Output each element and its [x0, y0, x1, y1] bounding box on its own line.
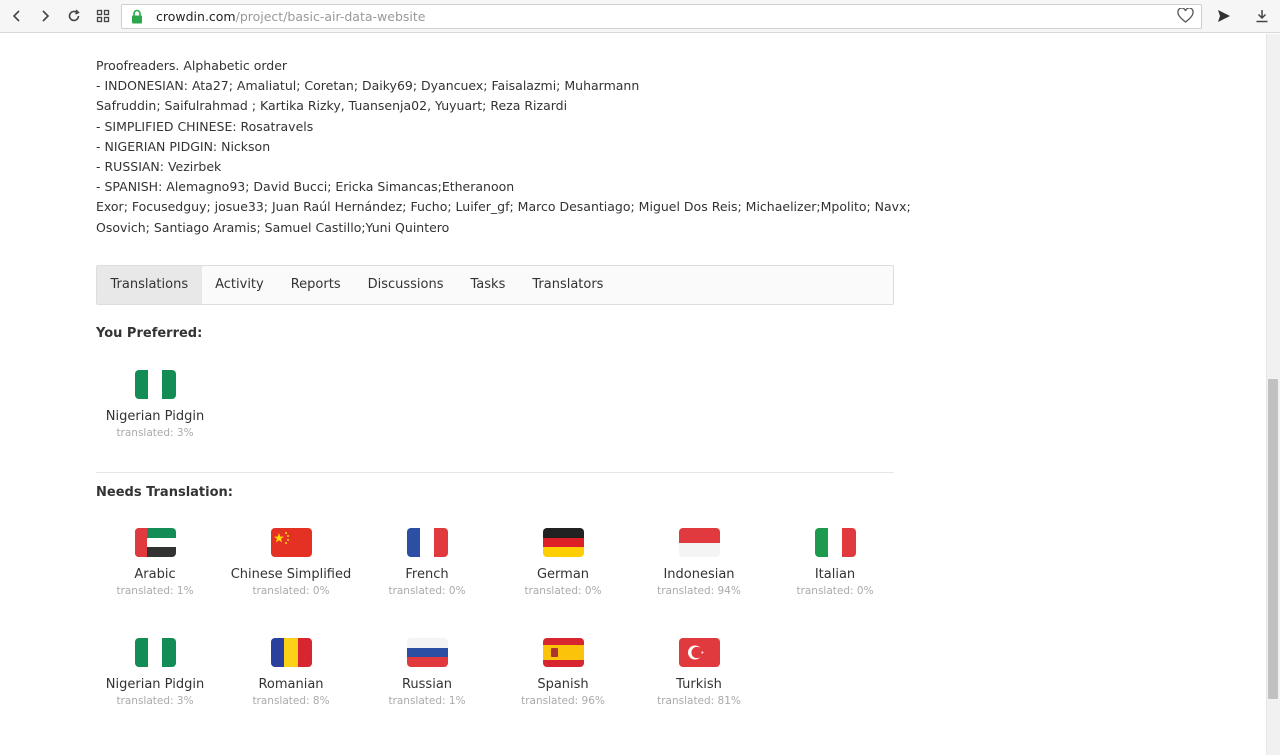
translated-percent: translated: 94% — [657, 585, 741, 597]
language-card-spanish[interactable]: Spanish translated: 96% — [495, 638, 631, 707]
needs-translation-section-title: Needs Translation: — [96, 485, 233, 500]
flag-italy-icon — [814, 528, 856, 557]
tab-reports[interactable]: Reports — [277, 266, 354, 304]
forward-icon[interactable] — [34, 5, 56, 27]
language-name: French — [405, 567, 449, 582]
flag-uae-icon — [134, 528, 176, 557]
language-name: Nigerian Pidgin — [105, 409, 205, 424]
translated-percent: translated: 1% — [116, 585, 194, 597]
language-name: Nigerian Pidgin — [105, 677, 205, 692]
flag-indonesia-icon — [678, 528, 720, 557]
flag-germany-icon — [542, 528, 584, 557]
address-bar[interactable]: crowdin.com/project/basic-air-data-websi… — [121, 4, 1202, 29]
translated-percent: translated: 96% — [521, 695, 605, 707]
language-card-turkish[interactable]: Turkish translated: 81% — [631, 638, 767, 707]
language-name: Russian — [401, 677, 453, 692]
language-card-french[interactable]: French translated: 0% — [359, 528, 495, 597]
language-name: Romanian — [258, 677, 324, 692]
language-name: German — [536, 567, 590, 582]
reload-icon[interactable] — [63, 5, 85, 27]
back-icon[interactable] — [6, 5, 28, 27]
download-icon[interactable] — [1251, 5, 1273, 27]
flag-spain-icon — [542, 638, 584, 667]
section-divider — [96, 472, 894, 473]
language-name: Spanish — [537, 677, 589, 692]
flag-russia-icon — [406, 638, 448, 667]
proofreaders-line: - RUSSIAN: Vezirbek — [96, 159, 222, 175]
language-card-nigerian-pidgin-preferred[interactable]: Nigerian Pidgin translated: 3% — [87, 370, 223, 439]
translated-percent: translated: 1% — [388, 695, 466, 707]
lock-icon — [131, 9, 143, 29]
flow-send-icon[interactable] — [1213, 5, 1235, 27]
language-card-indonesian[interactable]: Indonesian translated: 94% — [631, 528, 767, 597]
tab-tasks[interactable]: Tasks — [457, 266, 519, 304]
language-card-chinese-simplified[interactable]: Chinese Simplified translated: 0% — [223, 528, 359, 597]
flag-turkey-icon — [678, 638, 720, 667]
proofreaders-line: - SIMPLIFIED CHINESE: Rosatravels — [96, 118, 314, 134]
translated-percent: translated: 0% — [524, 585, 602, 597]
tab-discussions[interactable]: Discussions — [354, 266, 457, 304]
translated-percent: translated: 3% — [116, 695, 194, 707]
flag-nigeria-icon — [134, 370, 176, 399]
language-name: Italian — [814, 567, 856, 582]
language-name: Turkish — [676, 677, 722, 692]
proofreaders-description: Proofreaders. Alphabetic order - INDONES… — [96, 56, 911, 238]
tab-activity[interactable]: Activity — [202, 266, 278, 304]
preferred-section-title: You Preferred: — [96, 326, 203, 341]
translated-percent: translated: 0% — [252, 585, 330, 597]
language-card-arabic[interactable]: Arabic translated: 1% — [87, 528, 223, 597]
speed-dial-icon[interactable] — [92, 5, 114, 27]
proofreaders-line: Osovich; Santiago Aramis; Samuel Castill… — [96, 219, 450, 235]
language-name: Arabic — [134, 567, 176, 582]
url-path: /project/basic-air-data-website — [235, 9, 426, 24]
browser-toolbar: crowdin.com/project/basic-air-data-websi… — [0, 0, 1280, 33]
translated-percent: translated: 3% — [116, 427, 194, 439]
language-card-russian[interactable]: Russian translated: 1% — [359, 638, 495, 707]
language-name: Chinese Simplified — [230, 567, 352, 582]
proofreaders-line: Exor; Focusedguy; josue33; Juan Raúl Her… — [96, 199, 911, 215]
bookmark-heart-icon[interactable] — [1177, 7, 1194, 29]
flag-nigeria-icon — [134, 638, 176, 667]
flag-china-icon — [270, 528, 312, 557]
language-name: Indonesian — [663, 567, 735, 582]
translated-percent: translated: 8% — [252, 695, 330, 707]
proofreaders-line: Proofreaders. Alphabetic order — [96, 58, 288, 73]
tab-translations[interactable]: Translations — [97, 266, 202, 304]
proofreaders-line: - INDONESIAN: Ata27; Amaliatul; Coretan;… — [96, 78, 640, 94]
tab-translators[interactable]: Translators — [519, 266, 617, 304]
language-card-romanian[interactable]: Romanian translated: 8% — [223, 638, 359, 707]
translated-percent: translated: 0% — [796, 585, 874, 597]
language-card-nigerian-pidgin[interactable]: Nigerian Pidgin translated: 3% — [87, 638, 223, 707]
language-card-german[interactable]: German translated: 0% — [495, 528, 631, 597]
flag-romania-icon — [270, 638, 312, 667]
url-host: crowdin.com — [156, 9, 236, 24]
translated-percent: translated: 81% — [657, 695, 741, 707]
proofreaders-line: - NIGERIAN PIDGIN: Nickson — [96, 138, 271, 154]
project-tabs: Translations Activity Reports Discussion… — [96, 265, 894, 305]
translated-percent: translated: 0% — [388, 585, 466, 597]
url-text[interactable]: crowdin.com/project/basic-air-data-websi… — [156, 9, 425, 24]
proofreaders-line: - SPANISH: Alemagno93; David Bucci; Eric… — [96, 179, 515, 195]
language-card-italian[interactable]: Italian translated: 0% — [767, 528, 903, 597]
flag-france-icon — [406, 528, 448, 557]
proofreaders-line: Safruddin; Saifulrahmad ; Kartika Rizky,… — [96, 98, 568, 114]
page-scrollbar-thumb[interactable] — [1268, 379, 1278, 699]
